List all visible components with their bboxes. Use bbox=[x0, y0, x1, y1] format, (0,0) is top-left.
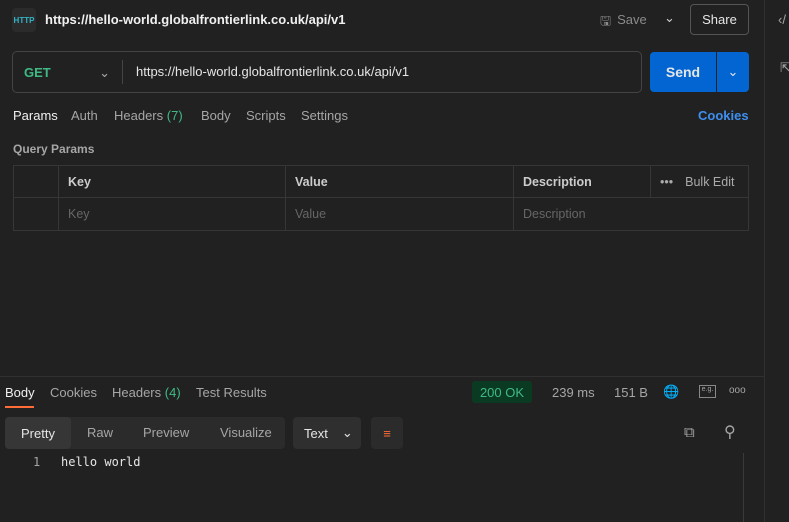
value-input[interactable]: Value bbox=[285, 197, 514, 231]
line-number: 1 bbox=[33, 455, 41, 469]
network-globe-icon[interactable]: 🌐 bbox=[663, 384, 679, 400]
view-pretty[interactable]: Pretty bbox=[5, 417, 71, 449]
view-raw[interactable]: Raw bbox=[87, 425, 113, 440]
response-tab-cookies[interactable]: Cookies bbox=[50, 385, 97, 400]
bulk-edit-button[interactable]: ••• Bulk Edit bbox=[650, 165, 749, 198]
copy-icon[interactable]: ⧉ bbox=[684, 424, 695, 441]
format-select[interactable]: Text ⌄ bbox=[293, 417, 361, 449]
query-params-title: Query Params bbox=[13, 142, 95, 156]
response-size[interactable]: 151 B bbox=[614, 385, 648, 400]
sidebar-divider bbox=[764, 0, 765, 522]
more-options-icon[interactable]: ooo bbox=[729, 385, 746, 396]
row-checkbox[interactable] bbox=[13, 197, 59, 231]
response-tab-headers[interactable]: Headers (4) bbox=[112, 385, 181, 400]
checkbox-header bbox=[13, 165, 59, 198]
pane-divider[interactable] bbox=[0, 376, 764, 377]
response-tab-body[interactable]: Body bbox=[5, 385, 35, 400]
view-preview[interactable]: Preview bbox=[143, 425, 189, 440]
examples-icon[interactable]: e.g. bbox=[699, 385, 716, 398]
response-body-line[interactable]: hello world bbox=[61, 455, 140, 469]
response-time[interactable]: 239 ms bbox=[552, 385, 595, 400]
key-input[interactable]: Key bbox=[58, 197, 286, 231]
cookies-link[interactable]: Cookies bbox=[698, 108, 749, 123]
chevron-down-icon: ⌄ bbox=[727, 64, 739, 79]
chevron-down-icon: ⌄ bbox=[99, 65, 110, 80]
save-button[interactable]: 🖫 Save bbox=[600, 12, 647, 34]
tab-settings[interactable]: Settings bbox=[301, 108, 348, 123]
method-select[interactable]: GET ⌄ bbox=[24, 65, 110, 81]
scrollbar[interactable] bbox=[743, 453, 744, 522]
code-icon[interactable]: ‹/ bbox=[778, 12, 786, 27]
column-header-key: Key bbox=[58, 165, 286, 198]
description-input[interactable]: Description bbox=[513, 197, 749, 231]
url-input[interactable]: https://hello-world.globalfrontierlink.c… bbox=[136, 64, 409, 79]
share-button[interactable]: Share bbox=[690, 4, 749, 35]
request-title[interactable]: https://hello-world.globalfrontierlink.c… bbox=[45, 12, 345, 27]
tab-headers[interactable]: Headers (7) bbox=[114, 108, 183, 123]
search-icon[interactable]: ⚲ bbox=[724, 422, 736, 442]
active-tab-underline bbox=[5, 406, 34, 408]
http-icon: HTTP bbox=[12, 8, 36, 32]
save-icon: 🖫 bbox=[600, 13, 612, 28]
tab-body[interactable]: Body bbox=[201, 108, 231, 123]
column-header-value: Value bbox=[285, 165, 514, 198]
related-icon[interactable]: ⇱ bbox=[780, 60, 789, 76]
divider bbox=[122, 60, 123, 84]
column-header-description: Description bbox=[513, 165, 651, 198]
save-options-chevron-icon[interactable]: ⌄ bbox=[664, 10, 675, 26]
view-visualize[interactable]: Visualize bbox=[220, 425, 272, 440]
wrap-lines-icon[interactable]: ≡ bbox=[371, 417, 403, 449]
tab-params[interactable]: Params bbox=[13, 108, 58, 123]
more-icon: ••• bbox=[660, 174, 674, 189]
send-options-button[interactable]: ⌄ bbox=[717, 52, 749, 92]
chevron-down-icon: ⌄ bbox=[341, 425, 353, 440]
status-badge[interactable]: 200 OK bbox=[472, 381, 532, 403]
tab-auth[interactable]: Auth bbox=[71, 108, 98, 123]
send-button[interactable]: Send bbox=[650, 52, 716, 92]
tab-scripts[interactable]: Scripts bbox=[246, 108, 286, 123]
response-tab-test-results[interactable]: Test Results bbox=[196, 385, 267, 400]
